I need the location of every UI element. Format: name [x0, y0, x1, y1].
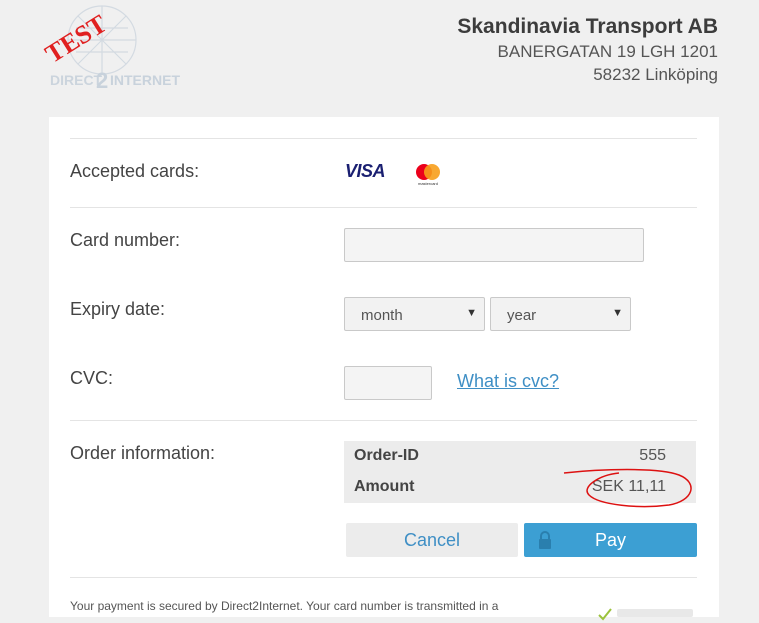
- cvc-label: CVC:: [70, 368, 114, 388]
- payment-panel: Accepted cards: VISA mastercard Card num…: [49, 117, 719, 621]
- svg-text:DIRECT: DIRECT: [50, 72, 103, 88]
- cvc-input[interactable]: [344, 366, 432, 400]
- cancel-button[interactable]: Cancel: [346, 523, 518, 557]
- amount-key: Amount: [354, 478, 415, 495]
- order-id-value: 555: [639, 447, 666, 464]
- chevron-down-icon: ▼: [612, 307, 623, 319]
- order-summary: Order-ID 555 Amount SEK 11,11: [344, 441, 696, 508]
- expiry-year-select[interactable]: year ▼: [490, 297, 631, 331]
- card-number-label: Card number:: [70, 230, 181, 250]
- what-is-cvc-link[interactable]: What is cvc?: [457, 371, 559, 392]
- order-information-label: Order information:: [70, 443, 216, 463]
- merchant-city: 58232 Linköping: [593, 65, 718, 84]
- year-select-value: year: [507, 307, 537, 324]
- mastercard-logo: mastercard: [416, 164, 440, 186]
- divider: [70, 577, 697, 578]
- security-seal-icon: [598, 608, 693, 621]
- expiry-month-select[interactable]: month ▼: [344, 297, 485, 331]
- month-select-value: month: [361, 307, 403, 324]
- merchant-name: Skandinavia Transport AB: [457, 15, 718, 38]
- merchant-address: BANERGATAN 19 LGH 1201: [497, 42, 718, 61]
- chevron-down-icon: ▼: [466, 307, 477, 319]
- svg-text:mastercard: mastercard: [418, 181, 438, 186]
- card-number-input[interactable]: [344, 228, 644, 262]
- expiry-date-label: Expiry date:: [70, 299, 166, 319]
- accepted-cards-label: Accepted cards:: [70, 161, 200, 181]
- divider: [70, 207, 697, 208]
- red-annotation-circle: [563, 468, 692, 508]
- svg-text:INTERNET: INTERNET: [110, 72, 180, 88]
- svg-text:2: 2: [96, 68, 108, 93]
- lock-icon: [539, 531, 551, 549]
- order-id-key: Order-ID: [354, 447, 419, 464]
- divider: [70, 420, 697, 421]
- divider: [70, 138, 697, 139]
- security-notice: Your payment is secured by Direct2Intern…: [70, 599, 499, 613]
- merchant-info: Skandinavia Transport AB BANERGATAN 19 L…: [457, 14, 718, 86]
- direct2internet-logo: DIRECT 2 INTERNET TEST: [40, 5, 180, 93]
- pay-button-label: Pay: [594, 530, 627, 550]
- pay-button[interactable]: Pay: [524, 523, 697, 557]
- visa-logo: VISA: [345, 161, 386, 181]
